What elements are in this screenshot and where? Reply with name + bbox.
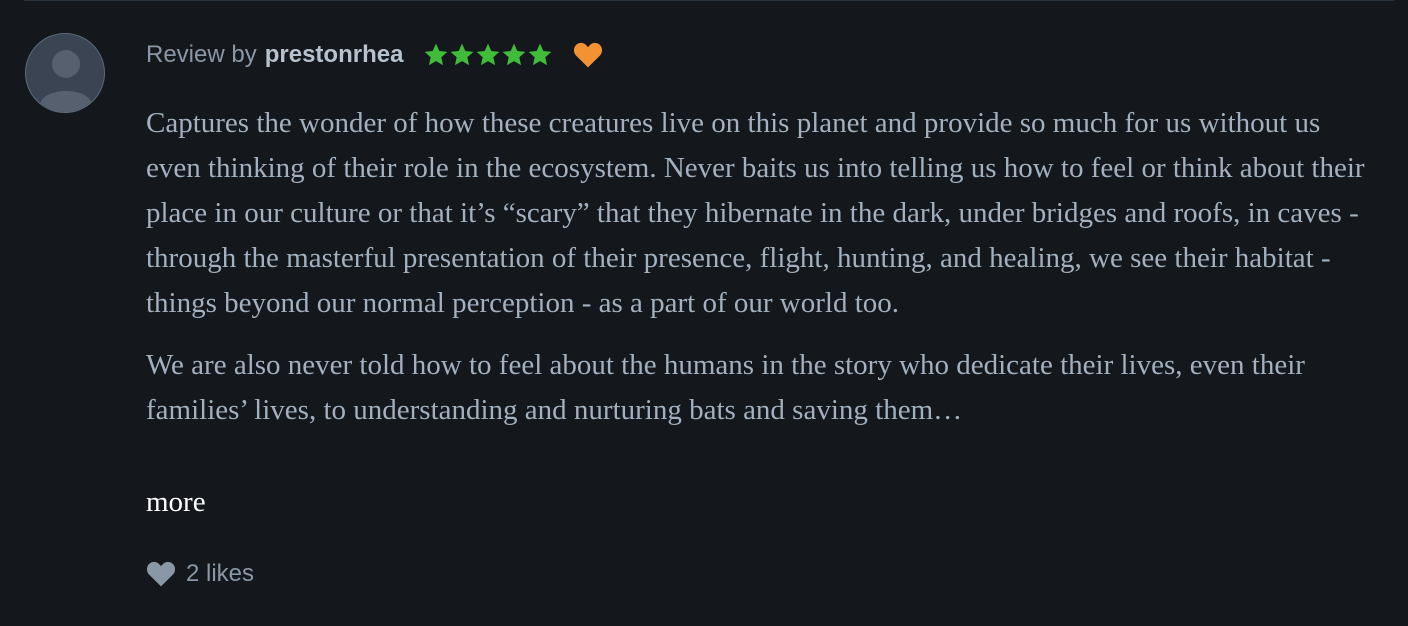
- star-icon: [425, 43, 448, 66]
- likes-label: 2 likes: [186, 560, 255, 587]
- default-avatar-icon: [40, 50, 92, 112]
- more-link[interactable]: more: [146, 480, 206, 525]
- heart-icon: [146, 561, 176, 587]
- star-icon: [503, 43, 526, 66]
- review-paragraph: Captures the wonder of how these creatur…: [146, 107, 1365, 319]
- review-paragraph: We are also never told how to feel about…: [146, 349, 1305, 426]
- heart-icon: [574, 42, 603, 68]
- review-attribution: Review by prestonrhea: [146, 38, 603, 72]
- star-icon: [451, 43, 474, 66]
- star-icon: [477, 43, 500, 66]
- likes-count[interactable]: 2 likes: [146, 558, 254, 590]
- review-entry: Review by prestonrhea Captures the wonde…: [0, 0, 1408, 626]
- attribution-prefix: Review by: [146, 41, 257, 68]
- author-link[interactable]: prestonrhea: [265, 41, 404, 69]
- star-rating: [423, 42, 553, 68]
- review-body: Captures the wonder of how these creatur…: [146, 101, 1376, 450]
- avatar[interactable]: [25, 33, 105, 113]
- star-icon: [529, 43, 552, 66]
